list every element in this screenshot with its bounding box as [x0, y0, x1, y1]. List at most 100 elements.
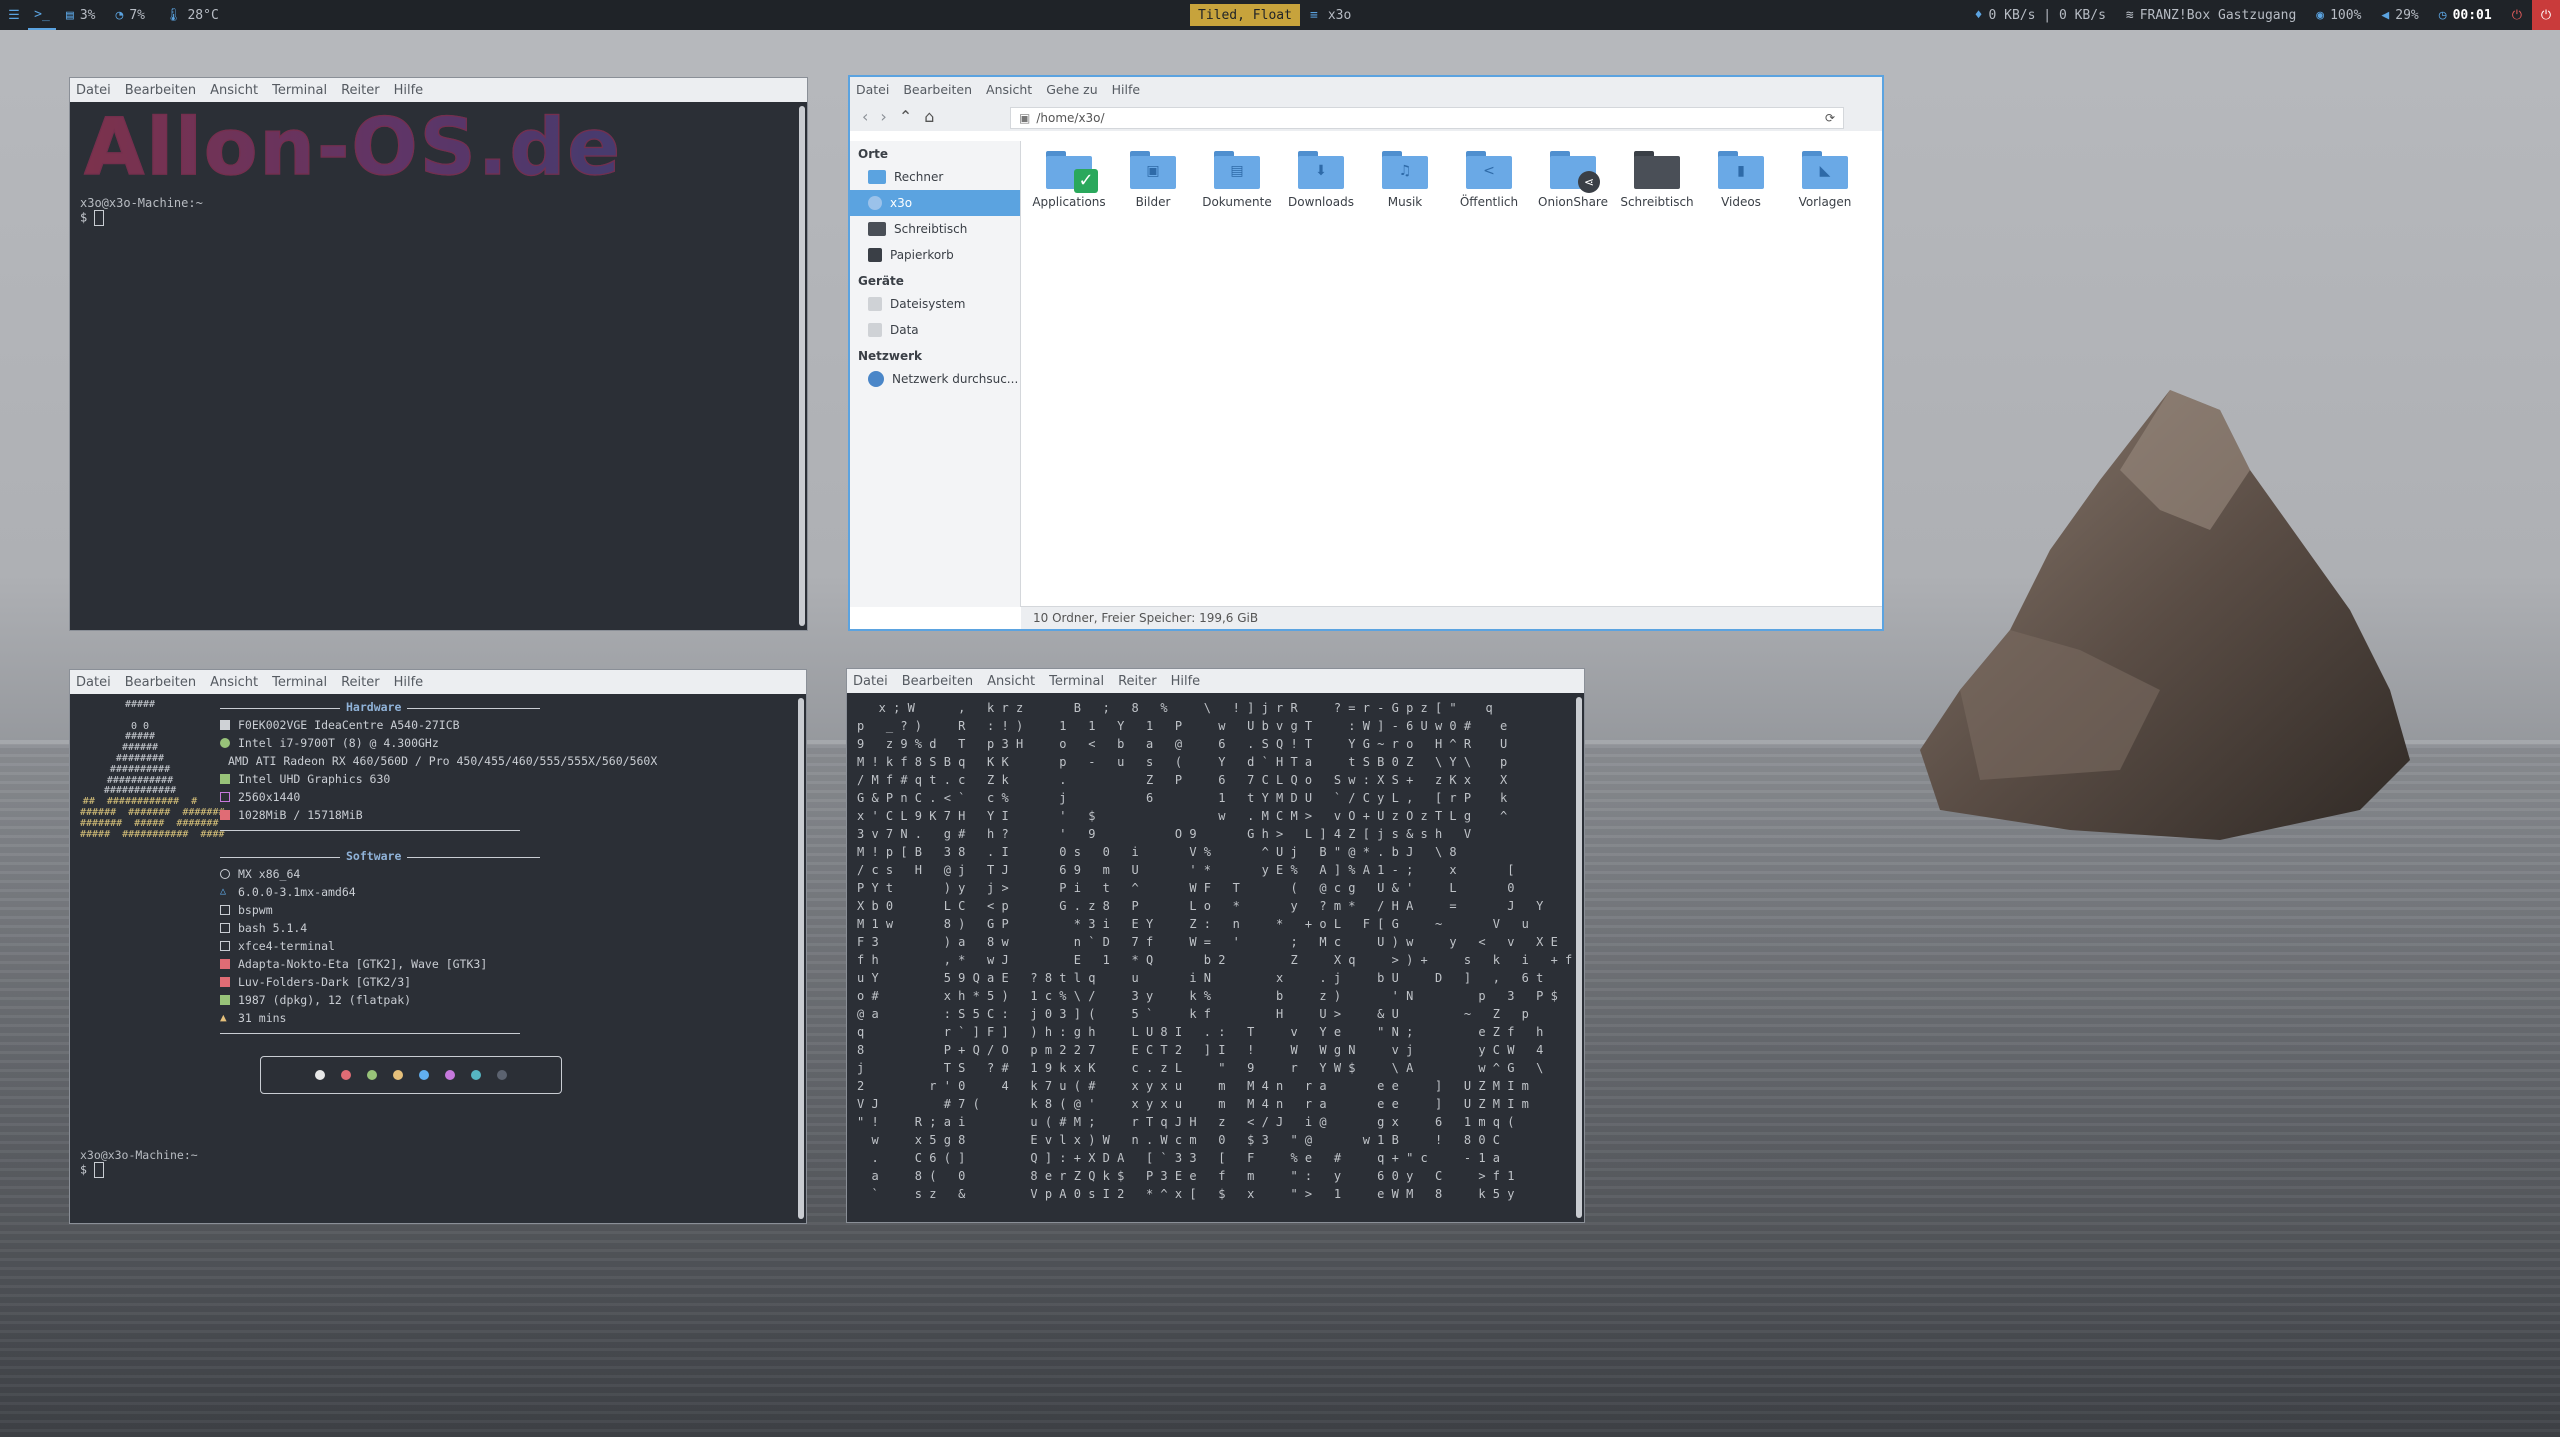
folder-item[interactable]: ▣ Bilder	[1111, 151, 1195, 209]
file-manager-menubar: Datei Bearbeiten Ansicht Gehe zu Hilfe	[850, 77, 1882, 101]
folder-item[interactable]: ◣ Vorlagen	[1783, 151, 1867, 209]
drive-icon	[868, 323, 882, 337]
menu-terminal[interactable]: Terminal	[1049, 674, 1104, 689]
folder-item[interactable]: Schreibtisch	[1615, 151, 1699, 209]
folder-item[interactable]: ⋖ OnionShare	[1531, 151, 1615, 209]
software-shell: bash 5.1.4	[220, 919, 520, 937]
menu-datei[interactable]: Datei	[853, 674, 888, 689]
folder-item[interactable]: ✓ Applications	[1027, 151, 1111, 209]
menu-ansicht[interactable]: Ansicht	[210, 83, 258, 98]
menu-reiter[interactable]: Reiter	[341, 83, 380, 98]
folder-music-icon: ♫	[1382, 151, 1428, 189]
os-icon	[220, 869, 230, 879]
folder-item[interactable]: ⬇ Downloads	[1279, 151, 1363, 209]
thermometer-icon: 🌡	[164, 7, 182, 23]
terminal-window-1: Datei Bearbeiten Ansicht Terminal Reiter…	[69, 77, 808, 631]
brightness-indicator[interactable]: ◉ 100%	[2306, 0, 2371, 30]
active-window-title: ≡ x3o	[1310, 7, 1352, 23]
wifi-indicator[interactable]: ≋ FRANZ!Box Gastzugang	[2116, 0, 2306, 30]
folder-item[interactable]: ♫ Musik	[1363, 151, 1447, 209]
logout-button[interactable]: ⏻	[2532, 0, 2560, 30]
volume-indicator[interactable]: ◀ 29%	[2371, 0, 2428, 30]
menu-hilfe[interactable]: Hilfe	[394, 675, 424, 690]
terminal-area-neofetch[interactable]: ##### 0 0 ##### ###### ######## ########…	[70, 694, 796, 1223]
folder-templates-icon: ◣	[1802, 151, 1848, 189]
gpu-icon	[220, 774, 230, 784]
kernel-icon: △	[220, 886, 227, 897]
color-dot	[315, 1070, 325, 1080]
scrollbar[interactable]	[796, 694, 806, 1223]
menu-datei[interactable]: Datei	[76, 83, 111, 98]
terminal-area-matrix[interactable]: x ; W , k r z B ; 8 % \ ! ] j r R ? = r …	[847, 693, 1574, 1222]
memory-icon: ◔	[115, 7, 124, 23]
folder-documents-icon: ▤	[1214, 151, 1260, 189]
scrollbar-thumb[interactable]	[1576, 697, 1582, 1218]
menu-bearbeiten[interactable]: Bearbeiten	[902, 674, 973, 689]
color-dot	[341, 1070, 351, 1080]
sidebar-item-data[interactable]: Data	[850, 317, 1020, 343]
terminal-workspace-icon[interactable]: >_	[28, 0, 56, 30]
menu-bearbeiten[interactable]: Bearbeiten	[125, 675, 196, 690]
icon-theme-icon	[220, 977, 230, 987]
up-icon[interactable]: ⌃	[899, 107, 912, 126]
scrollbar-thumb[interactable]	[798, 698, 804, 1219]
file-manager-window: Datei Bearbeiten Ansicht Gehe zu Hilfe ‹…	[848, 75, 1884, 631]
back-icon[interactable]: ‹	[862, 107, 868, 126]
prompt-input-line: $	[80, 210, 787, 226]
software-packages: 1987 (dpkg), 12 (flatpak)	[220, 991, 520, 1009]
terminal-area-1[interactable]: Allon-OS.de x3o@x3o-Machine:~ $	[70, 102, 797, 630]
fm-menu-ansicht[interactable]: Ansicht	[986, 82, 1032, 97]
uptime-icon: ▲	[220, 1011, 227, 1024]
folder-item[interactable]: < Öffentlich	[1447, 151, 1531, 209]
folder-item[interactable]: ▤ Dokumente	[1195, 151, 1279, 209]
folder-pictures-icon: ▣	[1130, 151, 1176, 189]
fm-menu-gehe-zu[interactable]: Gehe zu	[1046, 82, 1097, 97]
menu-reiter[interactable]: Reiter	[1118, 674, 1157, 689]
menu-bearbeiten[interactable]: Bearbeiten	[125, 83, 196, 98]
mx-linux-ascii-logo: ##### 0 0 ##### ###### ######## ########…	[80, 699, 225, 840]
menu-datei[interactable]: Datei	[76, 675, 111, 690]
home-icon[interactable]: ⌂	[924, 107, 934, 126]
sidebar-item-netzwerk[interactable]: Netzwerk durchsuc...	[850, 366, 1020, 392]
forward-icon[interactable]: ›	[880, 107, 886, 126]
hardware-cpu: Intel i7-9700T (8) @ 4.300GHz	[220, 734, 520, 752]
menu-ansicht[interactable]: Ansicht	[987, 674, 1035, 689]
reload-icon[interactable]: ⟳	[1825, 111, 1835, 125]
folder-grid: ✓ Applications ▣ Bilder ▤ Dokumente ⬇ Downlo…	[1021, 141, 1882, 219]
menu-terminal[interactable]: Terminal	[272, 675, 327, 690]
network-globe-icon	[868, 371, 884, 387]
location-bar[interactable]: ▣ /home/x3o/ ⟳	[1010, 107, 1844, 129]
text-cursor	[94, 210, 105, 226]
menu-ansicht[interactable]: Ansicht	[210, 675, 258, 690]
network-icon: ♦	[1974, 7, 1983, 23]
sidebar-item-x3o[interactable]: x3o	[850, 190, 1020, 216]
theme-brush-icon	[220, 959, 230, 969]
sidebar-item-papierkorb[interactable]: Papierkorb	[850, 242, 1020, 268]
top-status-bar: ☰ >_ ▤ 3% ◔ 7% 🌡 28°C Tiled, Float ≡ x3o…	[0, 0, 2560, 30]
power-indicator[interactable]: ⏻	[2502, 0, 2532, 30]
section-geraete: Geräte	[858, 274, 904, 288]
menu-terminal[interactable]: Terminal	[272, 83, 327, 98]
fm-menu-hilfe[interactable]: Hilfe	[1112, 82, 1140, 97]
software-wm: bspwm	[220, 901, 520, 919]
hardware-header: Hardware	[220, 700, 540, 716]
shell-icon	[220, 923, 230, 933]
menu-hilfe[interactable]: Hilfe	[394, 83, 424, 98]
terminal-menubar: Datei Bearbeiten Ansicht Terminal Reiter…	[70, 78, 807, 102]
scrollbar[interactable]	[1574, 693, 1584, 1222]
sidebar-item-dateisystem[interactable]: Dateisystem	[850, 291, 1020, 317]
fm-content: ✓ Applications ▣ Bilder ▤ Dokumente ⬇ Downlo…	[1021, 141, 1882, 607]
computer-icon	[220, 720, 230, 730]
fm-status-bar: 10 Ordner, Freier Speicher: 199,6 GiB	[1021, 606, 1882, 629]
menu-reiter[interactable]: Reiter	[341, 675, 380, 690]
scrollbar[interactable]	[797, 102, 807, 630]
fm-menu-bearbeiten[interactable]: Bearbeiten	[903, 82, 972, 97]
menu-hilfe[interactable]: Hilfe	[1171, 674, 1201, 689]
sidebar-item-rechner[interactable]: Rechner	[850, 164, 1020, 190]
workspace-menu-icon[interactable]: ☰	[0, 0, 28, 30]
software-kernel: △ 6.0.0-3.1mx-amd64	[220, 885, 356, 899]
fm-menu-datei[interactable]: Datei	[856, 82, 889, 97]
scrollbar-thumb[interactable]	[799, 106, 805, 626]
sidebar-item-schreibtisch[interactable]: Schreibtisch	[850, 216, 1020, 242]
folder-item[interactable]: ▮ Videos	[1699, 151, 1783, 209]
